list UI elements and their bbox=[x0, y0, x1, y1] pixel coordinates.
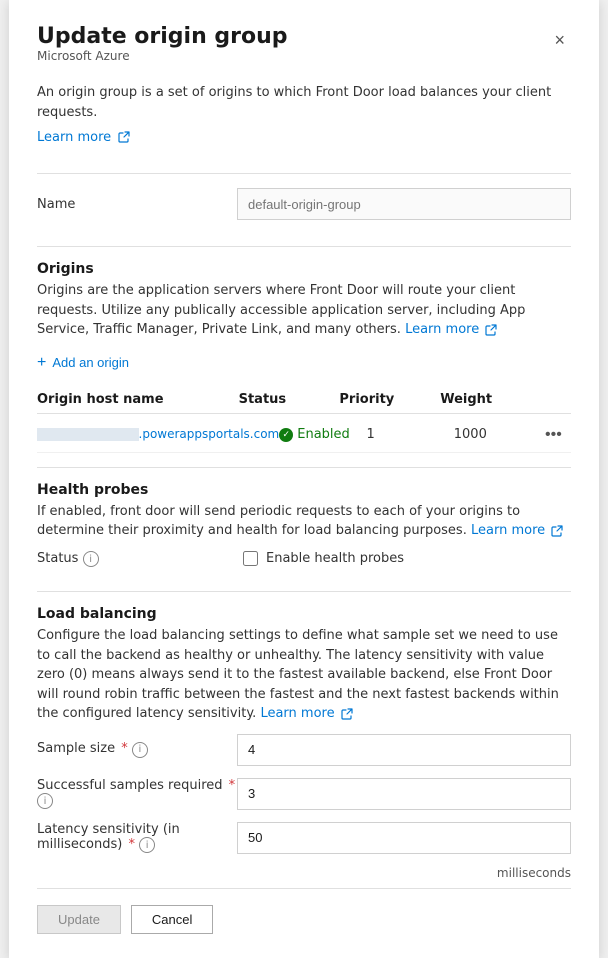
intro-description: An origin group is a set of origins to w… bbox=[37, 83, 571, 122]
latency-info-icon: i bbox=[139, 837, 155, 853]
successful-samples-input[interactable] bbox=[237, 778, 571, 810]
load-balancing-section: Load balancing Configure the load balanc… bbox=[37, 606, 571, 888]
milliseconds-label: milliseconds bbox=[37, 866, 571, 880]
load-balancing-ext-icon bbox=[341, 708, 353, 720]
footer: Update Cancel bbox=[37, 888, 571, 934]
host-name-cell: ████████████.powerappsportals.com bbox=[37, 427, 279, 442]
more-actions-button[interactable]: ••• bbox=[541, 426, 566, 444]
required-star-3: * bbox=[128, 837, 135, 852]
update-button[interactable]: Update bbox=[37, 905, 121, 934]
health-status-label: Status i bbox=[37, 551, 237, 568]
origins-description: Origins are the application servers wher… bbox=[37, 281, 571, 340]
health-probes-ext-icon bbox=[551, 525, 563, 537]
load-balancing-desc: Configure the load balancing settings to… bbox=[37, 626, 571, 724]
sample-size-row: Sample size * i bbox=[37, 734, 571, 766]
more-actions-cell: ••• bbox=[541, 426, 571, 444]
health-probes-learn-more[interactable]: Learn more bbox=[471, 523, 545, 538]
col-host: Origin host name bbox=[37, 392, 239, 407]
origins-title: Origins bbox=[37, 261, 571, 277]
status-dot: ✓ bbox=[279, 428, 293, 442]
load-balancing-learn-more[interactable]: Learn more bbox=[260, 706, 334, 721]
name-input[interactable] bbox=[237, 188, 571, 220]
latency-sensitivity-row: Latency sensitivity (in milliseconds) * … bbox=[37, 822, 571, 854]
latency-label: Latency sensitivity (in milliseconds) * … bbox=[37, 822, 237, 854]
panel-title: Update origin group bbox=[37, 24, 288, 49]
divider-3 bbox=[37, 467, 571, 468]
col-status: Status bbox=[239, 392, 340, 407]
latency-input[interactable] bbox=[237, 822, 571, 854]
plus-icon: + bbox=[37, 354, 46, 372]
name-label: Name bbox=[37, 197, 237, 212]
name-field-row: Name bbox=[37, 188, 571, 220]
cancel-button[interactable]: Cancel bbox=[131, 905, 213, 934]
health-probes-section: Health probes If enabled, front door wil… bbox=[37, 482, 571, 578]
origins-external-link-icon bbox=[485, 324, 497, 336]
weight-cell: 1000 bbox=[454, 427, 541, 442]
health-probes-desc: If enabled, front door will send periodi… bbox=[37, 502, 571, 541]
required-star-2: * bbox=[229, 778, 236, 793]
panel-subtitle: Microsoft Azure bbox=[37, 49, 288, 63]
sample-size-label: Sample size * i bbox=[37, 741, 237, 758]
health-probes-checkbox[interactable] bbox=[243, 551, 258, 566]
successful-samples-row: Successful samples required * i bbox=[37, 778, 571, 810]
health-probes-title: Health probes bbox=[37, 482, 571, 498]
update-origin-panel: Update origin group Microsoft Azure × An… bbox=[9, 0, 599, 958]
add-origin-button[interactable]: + Add an origin bbox=[37, 350, 129, 376]
divider-2 bbox=[37, 246, 571, 247]
host-link[interactable]: ████████████.powerappsportals.com bbox=[37, 427, 279, 441]
close-button[interactable]: × bbox=[548, 28, 571, 53]
intro-description-text: An origin group is a set of origins to w… bbox=[37, 85, 551, 120]
sample-size-info-icon: i bbox=[132, 742, 148, 758]
health-status-info-icon: i bbox=[83, 551, 99, 567]
divider-1 bbox=[37, 173, 571, 174]
external-link-icon bbox=[118, 131, 130, 143]
health-probes-status-row: Status i Enable health probes bbox=[37, 551, 571, 568]
required-star-1: * bbox=[121, 741, 128, 756]
health-probes-checkbox-row: Enable health probes bbox=[243, 551, 404, 566]
divider-4 bbox=[37, 591, 571, 592]
table-header: Origin host name Status Priority Weight bbox=[37, 386, 571, 414]
status-enabled: ✓ Enabled bbox=[279, 427, 366, 442]
origins-learn-more-link[interactable]: Learn more bbox=[405, 322, 479, 337]
add-origin-label: Add an origin bbox=[52, 355, 129, 370]
status-cell: ✓ Enabled bbox=[279, 427, 366, 442]
sample-size-input[interactable] bbox=[237, 734, 571, 766]
origins-section: Origins Origins are the application serv… bbox=[37, 261, 571, 453]
panel-header: Update origin group Microsoft Azure × bbox=[37, 24, 571, 79]
table-row: ████████████.powerappsportals.com ✓ Enab… bbox=[37, 418, 571, 453]
col-priority: Priority bbox=[339, 392, 440, 407]
col-weight: Weight bbox=[440, 392, 541, 407]
intro-learn-more-link[interactable]: Learn more bbox=[37, 130, 111, 145]
header-text: Update origin group Microsoft Azure bbox=[37, 24, 288, 79]
successful-samples-label: Successful samples required * i bbox=[37, 778, 237, 810]
priority-cell: 1 bbox=[367, 427, 454, 442]
health-probes-checkbox-label: Enable health probes bbox=[266, 551, 404, 566]
load-balancing-title: Load balancing bbox=[37, 606, 571, 622]
successful-samples-info-icon: i bbox=[37, 793, 53, 809]
